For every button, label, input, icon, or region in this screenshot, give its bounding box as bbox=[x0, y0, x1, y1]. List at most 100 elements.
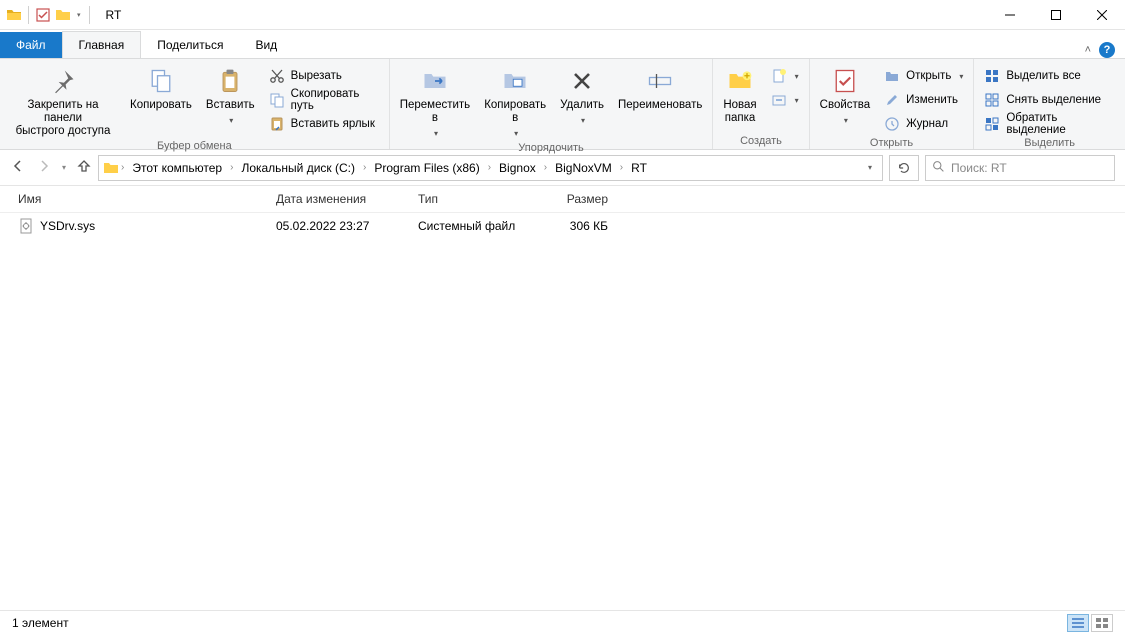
help-icon[interactable]: ? bbox=[1099, 42, 1115, 58]
search-input[interactable] bbox=[951, 161, 1108, 175]
chevron-down-icon: ▾ bbox=[795, 72, 799, 81]
breadcrumb-item[interactable]: RT bbox=[625, 159, 653, 177]
scissors-icon bbox=[269, 68, 285, 84]
chevron-right-icon[interactable]: › bbox=[230, 162, 233, 173]
paste-button[interactable]: Вставить ▾ bbox=[202, 61, 259, 127]
ribbon-group-new: Новая папка ▾ ▾ Создать bbox=[713, 59, 809, 149]
quick-access-toolbar: ▾ RT bbox=[0, 6, 121, 24]
item-count: 1 элемент bbox=[12, 616, 69, 630]
move-to-button[interactable]: Переместить в ▾ bbox=[396, 61, 474, 140]
ribbon: Закрепить на панели быстрого доступа Коп… bbox=[0, 58, 1125, 150]
move-to-icon bbox=[419, 65, 451, 97]
breadcrumb-item[interactable]: BigNoxVM bbox=[549, 159, 618, 177]
cut-button[interactable]: Вырезать bbox=[265, 65, 383, 87]
nav-back-button[interactable] bbox=[10, 158, 26, 177]
copy-to-button[interactable]: Копировать в ▾ bbox=[480, 61, 550, 140]
delete-label: Удалить bbox=[560, 99, 604, 112]
nav-recent-dropdown[interactable]: ▾ bbox=[62, 163, 66, 172]
easy-access-button[interactable]: ▾ bbox=[767, 89, 803, 111]
chevron-right-icon[interactable]: › bbox=[363, 162, 366, 173]
history-button[interactable]: Журнал bbox=[880, 113, 967, 135]
chevron-down-icon: ▾ bbox=[844, 114, 848, 127]
copy-path-button[interactable]: Скопировать путь bbox=[265, 89, 383, 111]
thumbnails-view-toggle[interactable] bbox=[1091, 614, 1113, 632]
close-button[interactable] bbox=[1079, 0, 1125, 30]
paste-shortcut-icon bbox=[269, 116, 285, 132]
ribbon-group-organize: Переместить в ▾ Копировать в ▾ Удалить ▾… bbox=[390, 59, 714, 149]
address-folder-icon bbox=[103, 160, 119, 176]
rename-button[interactable]: Переименовать bbox=[614, 61, 706, 112]
ribbon-group-open: Свойства ▾ Открыть ▾ Изменить Журнал bbox=[810, 59, 975, 149]
tab-file[interactable]: Файл bbox=[0, 32, 62, 58]
collapse-ribbon-icon[interactable]: ˄ bbox=[1085, 44, 1091, 56]
column-header-size[interactable]: Размер bbox=[538, 192, 618, 206]
qat-dropdown-icon[interactable]: ▾ bbox=[75, 11, 83, 19]
ribbon-group-clipboard: Закрепить на панели быстрого доступа Коп… bbox=[0, 59, 390, 149]
rename-icon bbox=[644, 65, 676, 97]
new-folder-label: Новая папка bbox=[723, 99, 756, 125]
select-all-button[interactable]: Выделить все bbox=[980, 65, 1119, 87]
tab-home[interactable]: Главная bbox=[62, 31, 142, 58]
navigation-bar: ▾ › Этот компьютер › Локальный диск (C:)… bbox=[0, 150, 1125, 186]
copy-button[interactable]: Копировать bbox=[126, 61, 196, 112]
copy-label: Копировать bbox=[130, 99, 192, 112]
chevron-down-icon: ▾ bbox=[795, 96, 799, 105]
pin-icon bbox=[47, 65, 79, 97]
invert-selection-button[interactable]: Обратить выделение bbox=[980, 113, 1119, 135]
breadcrumb-item[interactable]: Bignox bbox=[493, 159, 542, 177]
paste-shortcut-button[interactable]: Вставить ярлык bbox=[265, 113, 383, 135]
nav-forward-button[interactable] bbox=[36, 158, 52, 177]
easy-access-icon bbox=[771, 92, 787, 108]
maximize-button[interactable] bbox=[1033, 0, 1079, 30]
separator bbox=[28, 6, 29, 24]
move-to-label: Переместить в bbox=[400, 99, 470, 125]
nav-up-button[interactable] bbox=[76, 158, 92, 177]
paste-icon bbox=[214, 65, 246, 97]
breadcrumb-item[interactable]: Локальный диск (C:) bbox=[235, 159, 361, 177]
pin-quick-access-button[interactable]: Закрепить на панели быстрого доступа bbox=[6, 61, 120, 138]
new-item-button[interactable]: ▾ bbox=[767, 65, 803, 87]
address-dropdown-icon[interactable]: ▾ bbox=[868, 163, 872, 172]
copy-icon bbox=[145, 65, 177, 97]
delete-button[interactable]: Удалить ▾ bbox=[556, 61, 608, 127]
chevron-right-icon[interactable]: › bbox=[544, 162, 547, 173]
breadcrumb-item[interactable]: Program Files (x86) bbox=[368, 159, 485, 177]
minimize-button[interactable] bbox=[987, 0, 1033, 30]
address-bar[interactable]: › Этот компьютер › Локальный диск (C:) ›… bbox=[98, 155, 883, 181]
properties-qat-icon[interactable] bbox=[35, 7, 51, 23]
new-item-icon bbox=[771, 68, 787, 84]
chevron-right-icon[interactable]: › bbox=[620, 162, 623, 173]
tab-share[interactable]: Поделиться bbox=[141, 32, 239, 58]
chevron-down-icon: ▾ bbox=[229, 114, 233, 127]
select-none-button[interactable]: Снять выделение bbox=[980, 89, 1119, 111]
chevron-down-icon: ▾ bbox=[959, 72, 963, 81]
search-icon bbox=[932, 160, 945, 176]
open-button[interactable]: Открыть ▾ bbox=[880, 65, 967, 87]
breadcrumb-item[interactable]: Этот компьютер bbox=[126, 159, 228, 177]
open-icon bbox=[884, 68, 900, 84]
column-header-date[interactable]: Дата изменения bbox=[276, 192, 418, 206]
refresh-button[interactable] bbox=[889, 155, 919, 181]
chevron-right-icon[interactable]: › bbox=[488, 162, 491, 173]
folder-qat-icon[interactable] bbox=[55, 7, 71, 23]
edit-button[interactable]: Изменить bbox=[880, 89, 967, 111]
column-header-type[interactable]: Тип bbox=[418, 192, 538, 206]
rename-label: Переименовать bbox=[618, 99, 702, 112]
details-view-toggle[interactable] bbox=[1067, 614, 1089, 632]
properties-icon bbox=[829, 65, 861, 97]
file-row[interactable]: YSDrv.sys 05.02.2022 23:27 Системный фай… bbox=[0, 213, 1125, 239]
file-size: 306 КБ bbox=[538, 219, 618, 233]
file-date: 05.02.2022 23:27 bbox=[276, 219, 418, 233]
column-header-name[interactable]: Имя bbox=[18, 192, 276, 206]
ribbon-tabs: Файл Главная Поделиться Вид ˄ ? bbox=[0, 30, 1125, 58]
chevron-right-icon[interactable]: › bbox=[121, 162, 124, 173]
select-all-icon bbox=[984, 68, 1000, 84]
search-box[interactable] bbox=[925, 155, 1115, 181]
chevron-down-icon: ▾ bbox=[514, 127, 518, 140]
select-none-icon bbox=[984, 92, 1000, 108]
copy-path-label: Скопировать путь bbox=[291, 88, 379, 112]
tab-view[interactable]: Вид bbox=[239, 32, 293, 58]
properties-button[interactable]: Свойства ▾ bbox=[816, 61, 875, 127]
edit-label: Изменить bbox=[906, 94, 958, 106]
new-folder-button[interactable]: Новая папка bbox=[719, 61, 760, 125]
